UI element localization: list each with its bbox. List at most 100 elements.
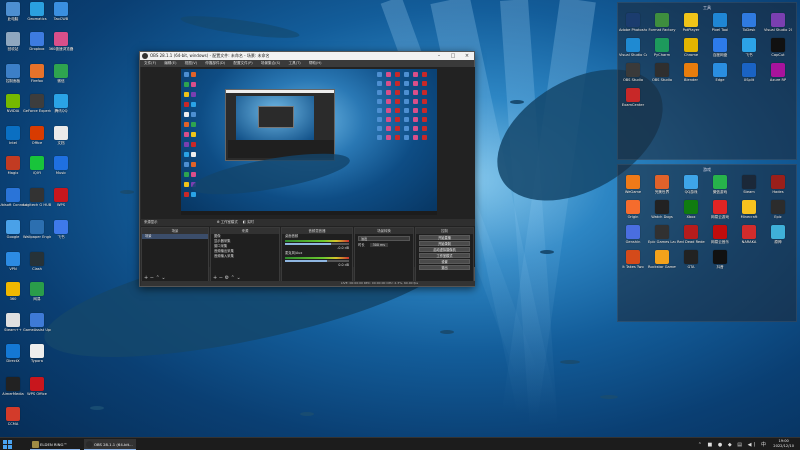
fence-icon[interactable]: WeGame [619, 175, 647, 194]
tray-app-icon[interactable]: ◆ [728, 442, 734, 448]
desktop-icon[interactable]: GameAssist Updater [23, 313, 51, 332]
menu-tools[interactable]: 工具(T) [289, 61, 301, 65]
nested-desktop-icon [422, 108, 427, 113]
fence-icon[interactable]: Epic Games Launcher [648, 225, 676, 244]
fence-icon[interactable]: QQ游戏 [677, 175, 705, 194]
fence-icon[interactable]: 抖音 [706, 250, 734, 269]
fence-icon[interactable]: Adobe Photoshop [619, 13, 647, 32]
duration-field[interactable]: 300 ms [369, 243, 388, 247]
fence-icon[interactable]: 百度网盘 [706, 38, 734, 57]
desktop-icon[interactable]: 360极速浏览器 [47, 32, 75, 51]
desktop-icon[interactable]: 文档 [47, 126, 75, 145]
fence-icon[interactable]: 网易云音乐 [706, 225, 734, 244]
fence-icon[interactable]: NARAKA [735, 225, 763, 244]
scene-item[interactable]: 场景 [142, 234, 208, 239]
virtual-camera-button[interactable]: 启动虚拟摄像机 [419, 247, 470, 252]
menu-help[interactable]: 帮助(H) [309, 61, 322, 65]
fence-icon[interactable]: Blender [677, 63, 705, 82]
fence-icon[interactable]: Visual Studio 2019 [764, 13, 792, 32]
fence-icon[interactable]: Steam [735, 175, 763, 194]
transition-select[interactable]: 淡出 [358, 236, 410, 241]
desktop-icon[interactable]: 网易 [23, 282, 51, 301]
fence-icon[interactable]: Red Dead Redemption [677, 225, 705, 244]
fence-icon[interactable]: XSplit [735, 63, 763, 82]
desktop-icon[interactable]: 微信 [47, 64, 75, 83]
fence-icon[interactable]: ExamCenter [619, 88, 647, 107]
volume-slider[interactable] [285, 260, 349, 262]
transition-duration-label: 时长 [358, 243, 365, 247]
source-item[interactable]: 音频输入采集 [211, 254, 279, 259]
menu-scene-collection[interactable]: 场景集合(S) [261, 61, 280, 65]
preview-canvas[interactable] [181, 69, 437, 215]
desktop-icon[interactable]: CCMA [0, 407, 27, 426]
desktop-icon[interactable]: 腾讯QQ [47, 94, 75, 113]
menu-profile[interactable]: 配置文件(P) [233, 61, 252, 65]
desktop-icon[interactable]: WPS Office [23, 377, 51, 396]
menu-docks[interactable]: 停靠部件(D) [205, 61, 225, 65]
studio-live-label[interactable]: 实时 [247, 220, 254, 224]
fence-icon[interactable]: 网易云游戏 [706, 200, 734, 219]
fence-icon[interactable]: CapCut [764, 38, 792, 57]
desktop-icon[interactable]: Music [47, 156, 75, 175]
filter-icon[interactable]: ◧ [243, 220, 246, 224]
fence-icon[interactable]: PotPlayer [677, 13, 705, 32]
start-recording-button[interactable]: 开始录制 [419, 241, 470, 246]
network-icon[interactable]: ▤ [737, 442, 744, 448]
tray-app-icon[interactable]: ● [718, 442, 724, 448]
desktop-icon[interactable]: TaoCWB [47, 2, 75, 21]
taskbar-item-elden-ring[interactable]: ELDEN RING™ [30, 439, 80, 450]
maximize-icon[interactable]: □ [446, 52, 460, 60]
fence-icon[interactable]: Epic [764, 200, 792, 219]
studio-mode-button[interactable]: 工作室模式 [419, 253, 470, 258]
start-streaming-button[interactable]: 开始直播 [419, 235, 470, 240]
chevron-up-icon[interactable]: ⌃ [698, 442, 704, 448]
volume-icon[interactable]: ◀) [748, 442, 758, 448]
fence-icon[interactable]: OBS Studio [619, 63, 647, 82]
fence-icon[interactable]: Pixel Tool [706, 13, 734, 32]
volume-slider[interactable] [285, 243, 349, 245]
start-button[interactable] [3, 440, 12, 449]
fence-icon[interactable]: Edge [706, 63, 734, 82]
fence-icon[interactable]: Rockstar Games Launcher [648, 250, 676, 269]
menu-file[interactable]: 文件(F) [144, 61, 156, 65]
settings-button[interactable]: 设置 [419, 259, 470, 264]
desktop-icon[interactable]: Clash [23, 252, 51, 271]
fence-icon[interactable]: PyCharm [648, 38, 676, 57]
desktop-icon[interactable]: Typora [23, 344, 51, 363]
obs-window[interactable]: OBS 28.1.1 (64-bit, windows) - 配置文件: 未命名… [139, 51, 475, 287]
minimize-icon[interactable]: – [432, 52, 446, 60]
fence-icon[interactable]: Watch Dogs [648, 200, 676, 219]
fence-icon[interactable]: It Takes Two [619, 250, 647, 269]
fence-icon[interactable]: GTA [677, 250, 705, 269]
fence-icon[interactable]: 完美世界 [648, 175, 676, 194]
tray-app-icon[interactable]: ■ [708, 442, 715, 448]
desktop-icon[interactable]: WPS [47, 188, 75, 207]
fence-icon[interactable]: Xbox [677, 200, 705, 219]
fence-icon[interactable]: OBS Studio [648, 63, 676, 82]
fence-icon[interactable]: Origin [619, 200, 647, 219]
obs-titlebar[interactable]: OBS 28.1.1 (64-bit, windows) - 配置文件: 未命名… [140, 52, 474, 60]
fence-icon[interactable]: 原神 [764, 225, 792, 244]
fence-icon[interactable]: ToDesk [735, 13, 763, 32]
desktop-icon[interactable]: 飞书 [47, 220, 75, 239]
fence-icon-label: PotPlayer [682, 28, 700, 32]
fence-icon[interactable]: 微信游戏 [706, 175, 734, 194]
close-icon[interactable]: × [460, 52, 474, 60]
menu-view[interactable]: 视图(V) [185, 61, 197, 65]
fence-icon[interactable]: Genshin [619, 225, 647, 244]
menu-edit[interactable]: 编辑(E) [164, 61, 176, 65]
fence-icon[interactable]: Axure RP [764, 63, 792, 82]
fence-icon[interactable]: 飞书 [735, 38, 763, 57]
gear-icon[interactable]: ⚙ [217, 220, 220, 224]
ime-icon[interactable]: 中 [761, 442, 768, 448]
fence-icon[interactable]: Minecraft [735, 200, 763, 219]
taskbar-item-obs[interactable]: OBS 28.1.1 (64-bit... [84, 439, 136, 450]
exit-button[interactable]: 退出 [419, 265, 470, 270]
clock[interactable]: 19:00 2022/12/10 [773, 439, 794, 449]
fence-icon[interactable]: Chrome [677, 38, 705, 57]
fence-icon-label: Red Dead Redemption [677, 240, 705, 244]
fence-icon[interactable]: Hades [764, 175, 792, 194]
studio-mode-label[interactable]: 工作室模式 [221, 220, 238, 224]
fence-icon[interactable]: Format Factory [648, 13, 676, 32]
fence-icon[interactable]: Visual Studio Code [619, 38, 647, 57]
